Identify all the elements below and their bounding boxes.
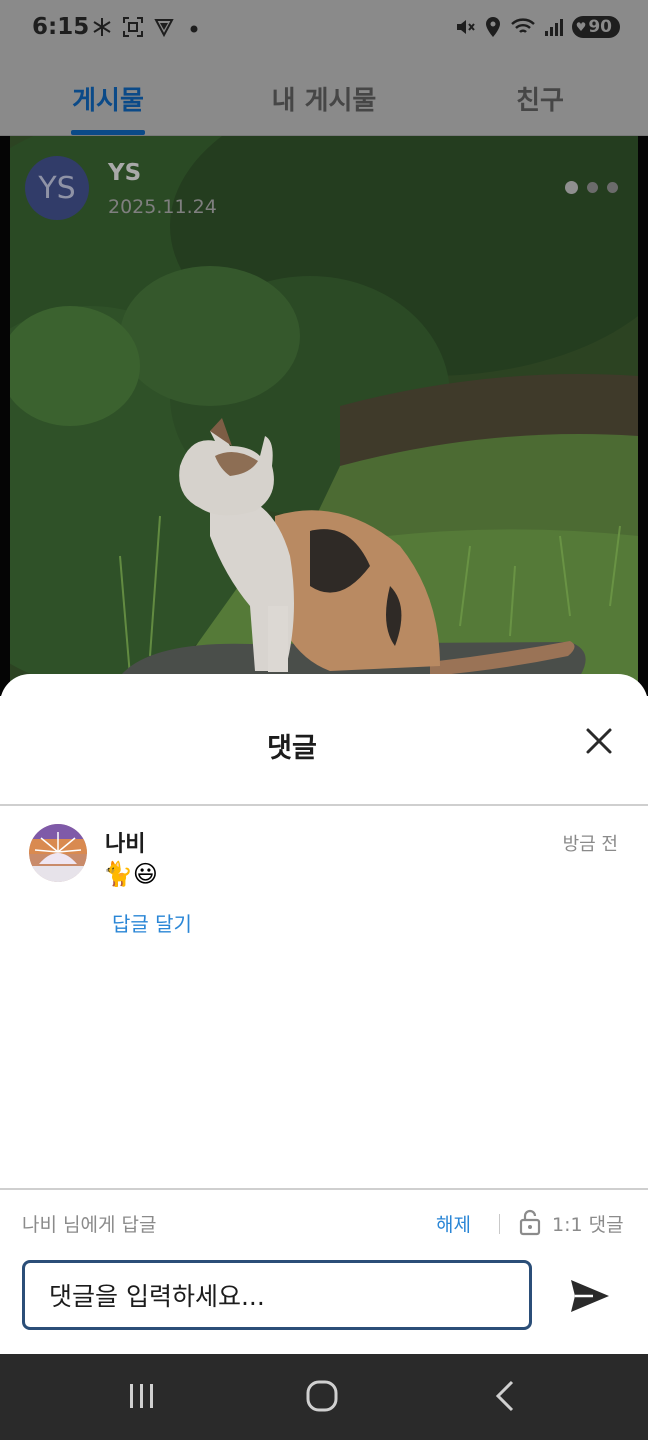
comment-item: 나비 방금 전 🐈😃 답글 달기 <box>0 824 648 944</box>
tab-friends[interactable]: 친구 <box>494 60 586 136</box>
signal-icon <box>544 19 563 36</box>
battery-icon: ♥ 90 <box>571 16 620 38</box>
status-bar: 6:15 ♥ 90 <box>0 0 648 60</box>
dot-icon <box>190 25 198 33</box>
tab-active-indicator <box>71 130 145 135</box>
post-author-name[interactable]: YS <box>108 160 141 186</box>
pager-dot <box>587 182 598 193</box>
tab-posts[interactable]: 게시물 <box>48 60 168 136</box>
comment-text: 🐈😃 <box>103 860 158 888</box>
reply-target-label: 나비 님에게 답글 <box>22 1214 157 1236</box>
vpn-shield-icon <box>154 19 174 37</box>
location-icon <box>485 17 500 37</box>
sheet-header-divider <box>0 804 648 806</box>
recent-apps-icon[interactable] <box>126 1382 158 1410</box>
wifi-icon <box>510 18 535 33</box>
system-nav-bar <box>0 1354 648 1440</box>
comment-input[interactable]: 댓글을 입력하세요... <box>22 1260 532 1330</box>
private-comment-toggle[interactable]: 1:1 댓글 <box>552 1210 624 1237</box>
photo-pager <box>565 181 618 194</box>
post-card: YS YS 2025.11.24 <box>0 136 648 696</box>
pager-dot <box>607 182 618 193</box>
status-time: 6:15 <box>32 14 90 40</box>
commenter-name[interactable]: 나비 <box>105 826 145 858</box>
sheet-title: 댓글 <box>267 733 317 764</box>
cancel-reply-button[interactable]: 해제 <box>436 1210 471 1237</box>
status-icons-left <box>92 16 204 38</box>
send-button[interactable] <box>566 1274 614 1318</box>
post-photo[interactable] <box>10 136 638 696</box>
composer-divider <box>0 1188 648 1190</box>
back-icon[interactable] <box>492 1380 516 1412</box>
home-icon[interactable] <box>306 1380 338 1412</box>
status-icons-right: ♥ 90 <box>454 16 620 38</box>
post-author-avatar[interactable]: YS <box>25 156 89 220</box>
close-icon <box>586 728 612 754</box>
comments-sheet: 댓글 나비 방금 전 🐈😃 답글 달기 나비 님에게 답글 해제 1:1 댓글 … <box>0 674 648 1354</box>
close-button[interactable] <box>584 726 614 756</box>
send-icon <box>571 1280 609 1312</box>
screenshot-icon <box>123 17 143 37</box>
composer-separator <box>499 1214 500 1234</box>
mute-icon <box>456 20 475 34</box>
battery-level: 90 <box>588 17 612 37</box>
tab-my-posts[interactable]: 내 게시물 <box>254 60 394 136</box>
pager-dot-active <box>565 181 578 194</box>
tab-bar: 게시물 내 게시물 친구 <box>0 60 648 136</box>
reply-button[interactable]: 답글 달기 <box>112 908 192 937</box>
snowflake-icon <box>93 18 111 36</box>
battery-heart-icon: ♥ <box>575 20 587 34</box>
unlock-icon[interactable] <box>518 1208 542 1236</box>
commenter-avatar[interactable] <box>29 824 87 882</box>
comment-time: 방금 전 <box>562 834 618 855</box>
post-date: 2025.11.24 <box>108 196 217 218</box>
